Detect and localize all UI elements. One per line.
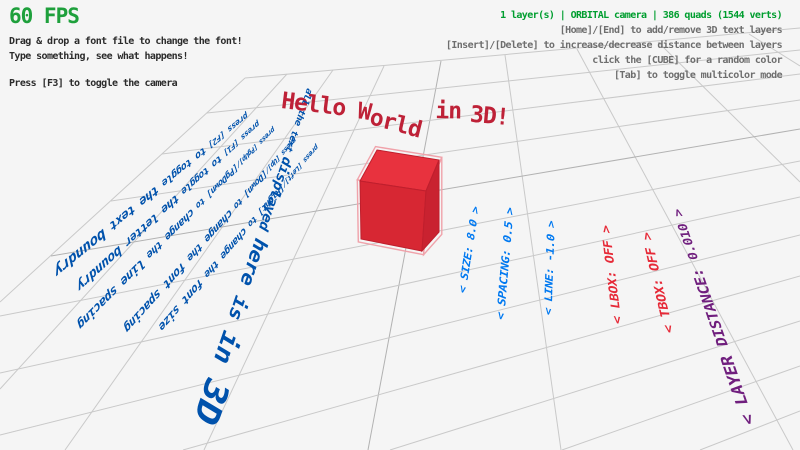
overlay-top-left: 60 FPS Drag & drop a font file to change…	[9, 8, 242, 91]
hint-multicolor: [Tab] to toggle multicolor mode	[446, 68, 782, 83]
hint-cube-color: click the [CUBE] for a random color	[446, 53, 782, 68]
cube[interactable]	[360, 150, 439, 251]
overlay-top-right: 1 layer(s) | ORBITAL camera | 386 quads …	[446, 8, 782, 83]
hint-drag-drop: Drag & drop a font file to change the fo…	[9, 34, 242, 49]
hint-layer-distance: [Insert]/[Delete] to increase/decrease d…	[446, 38, 782, 53]
fps-counter: 60 FPS	[9, 8, 242, 25]
hint-layers: [Home]/[End] to add/remove 3D text layer…	[446, 23, 782, 38]
hint-f3-camera: Press [F3] to toggle the camera	[9, 76, 242, 91]
hint-type: Type something, see what happens!	[9, 49, 242, 64]
render-status: 1 layer(s) | ORBITAL camera | 386 quads …	[446, 8, 782, 23]
raylib-3d-text-demo-window: HelloWorldin3D! all the text displayed h…	[0, 0, 800, 450]
